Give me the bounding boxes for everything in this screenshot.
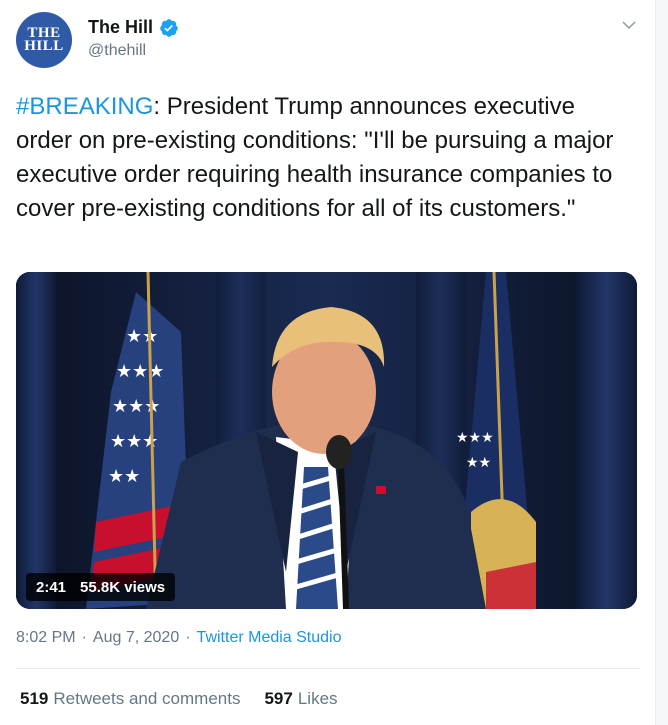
tweet-stats: 519 Retweets and comments 597 Likes — [20, 689, 338, 709]
svg-text:★★: ★★ — [466, 455, 491, 471]
video-player[interactable]: ★★ ★★★ ★★★ ★★★ ★★ ★★★ ★★ — [16, 272, 637, 609]
tweet-text: #BREAKING: President Trump announces exe… — [16, 90, 626, 226]
likes-label: Likes — [297, 689, 338, 708]
video-duration: 2:41 — [36, 578, 67, 596]
likes-stat[interactable]: 597 Likes — [264, 689, 337, 709]
meta-separator: · — [81, 629, 87, 646]
video-frame: ★★ ★★★ ★★★ ★★★ ★★ ★★★ ★★ — [16, 272, 637, 609]
retweets-label: Retweets and comments — [53, 689, 241, 708]
author-name-row[interactable]: The Hill — [88, 17, 179, 38]
svg-text:★★★: ★★★ — [456, 430, 494, 446]
avatar-line-2: HILL — [24, 38, 64, 54]
likes-count: 597 — [264, 689, 293, 708]
retweets-count: 519 — [20, 689, 49, 708]
retweets-stat[interactable]: 519 Retweets and comments — [20, 689, 240, 709]
tweet-card: THE HILL The Hill @thehill #BREAKING: Pr… — [0, 0, 656, 725]
author-handle[interactable]: @thehill — [88, 42, 146, 60]
meta-separator: · — [185, 629, 191, 646]
author-name[interactable]: The Hill — [88, 17, 153, 38]
tweet-time[interactable]: 8:02 PM — [16, 629, 76, 647]
svg-text:★★★: ★★★ — [116, 361, 164, 382]
divider — [16, 668, 640, 669]
hashtag-link[interactable]: #BREAKING — [16, 93, 153, 120]
video-views: 55.8K views — [80, 578, 166, 596]
avatar[interactable]: THE HILL — [16, 12, 72, 68]
tweet-date[interactable]: Aug 7, 2020 — [93, 629, 179, 647]
chevron-down-icon[interactable] — [620, 16, 638, 34]
tweet-meta: 8:02 PM · Aug 7, 2020 · Twitter Media St… — [16, 629, 342, 647]
verified-icon — [160, 18, 178, 37]
video-overlay: 2:41 55.8K views — [26, 573, 176, 601]
svg-text:★★: ★★ — [126, 326, 158, 347]
svg-text:★★★: ★★★ — [112, 396, 160, 417]
page-edge — [655, 0, 668, 725]
source-link[interactable]: Twitter Media Studio — [197, 629, 342, 647]
svg-text:★★: ★★ — [108, 466, 140, 487]
